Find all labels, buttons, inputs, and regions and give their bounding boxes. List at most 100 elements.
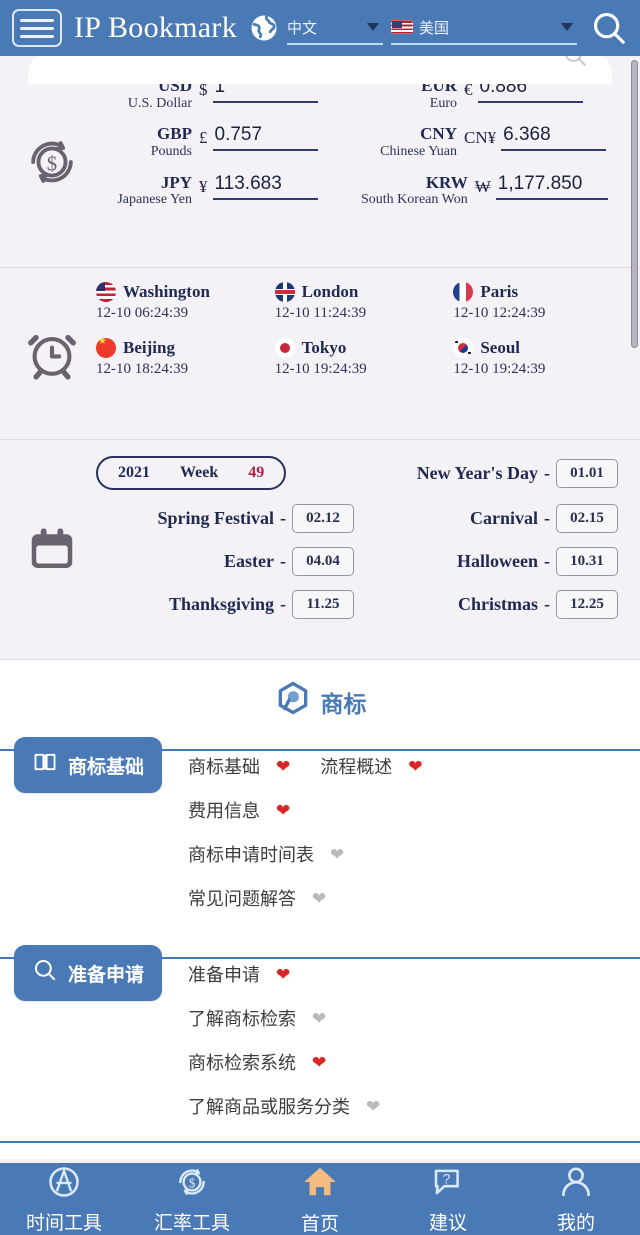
link-item-goods-services-classification[interactable]: 了解商品或服务分类 ❤ [188,1093,380,1119]
link-item-trademark-basics[interactable]: 商标基础 ❤ [188,753,290,779]
currency-name: Pounds [150,143,192,159]
holiday-dash: - [280,551,286,571]
holiday-dash: - [280,508,286,528]
city-time: 12-10 19:24:39 [453,361,546,377]
favorite-heart-icon[interactable]: ❤ [312,890,326,907]
currency-name: South Korean Won [361,192,468,208]
favorite-heart-icon[interactable]: ❤ [408,758,422,775]
city-time: 12-10 18:24:39 [96,361,189,377]
currency-row-gbp[interactable]: GBP Pounds £ 0.757 [96,120,361,160]
app-header: IP Bookmark 中文 美国 [0,0,640,56]
trademark-hexagon-icon [274,680,312,723]
week-number: 49 [248,464,265,481]
city-name: Tokyo [301,338,347,357]
search-icon[interactable] [590,9,628,47]
favorite-heart-icon[interactable]: ❤ [276,802,290,819]
currency-input[interactable]: 0.757 [212,120,318,152]
link-item-process-overview[interactable]: 流程概述 ❤ [320,753,422,779]
globe-icon [249,13,279,43]
holiday-item-halloween[interactable]: Halloween - 10.31 [360,547,624,576]
link-item-learn-trademark-search[interactable]: 了解商标检索 ❤ [188,1005,326,1031]
hamburger-icon[interactable] [12,9,62,47]
city-name: Seoul [480,338,521,357]
nav-item-currency-tools[interactable]: $ 汇率工具 [128,1164,256,1235]
home-icon [301,1163,339,1206]
group-pill-trademark-basics[interactable]: 商标基础 [14,737,163,793]
favorite-heart-icon[interactable]: ❤ [276,758,290,775]
currency-input[interactable]: 1,177.850 [495,169,608,200]
currency-row-cny[interactable]: CNY Chinese Yuan CN¥ 6.368 [361,120,626,160]
currency-code: JPY [160,172,192,192]
holiday-item-thanksgiving[interactable]: Thanksgiving - 11.25 [96,590,360,619]
currency-name: Chinese Yuan [380,143,457,159]
group-pill-prepare-application[interactable]: 准备申请 [14,945,163,1001]
clock-tools-icon [46,1164,82,1205]
nav-item-home[interactable]: 首页 [256,1163,384,1235]
clock-item-seoul[interactable]: Seoul 12-10 19:24:39 [453,338,632,378]
vertical-scrollbar[interactable] [631,60,638,348]
currency-exchange-icon: $ [20,133,84,191]
link-row: 了解商标检索 ❤ [188,1005,640,1031]
city-time: 12-10 12:24:39 [453,305,546,321]
clock-item-tokyo[interactable]: Tokyo 12-10 19:24:39 [274,338,454,378]
link-row: 商标申请时间表 ❤ [188,841,640,867]
favorite-heart-icon[interactable]: ❤ [276,966,290,983]
holiday-grid: 2021 Week 49 New Year's Day - 01.01 Spri… [96,456,624,619]
holiday-item-easter[interactable]: Easter - 04.04 [96,547,360,576]
calendar-icon [20,523,84,577]
holiday-name: Carnival [469,508,538,528]
city-time: 12-10 06:24:39 [96,305,189,321]
link-row: 准备申请 ❤ [188,961,640,987]
currency-symbol: CN¥ [464,128,497,148]
holiday-dash: - [544,594,550,614]
currency-input[interactable]: 6.368 [501,120,607,152]
profile-icon [558,1164,594,1205]
link-row: 费用信息 ❤ [188,797,640,823]
trademark-group-basics: 商标基础 商标基础 ❤ 流程概述 ❤ 费用信息 ❤ 商标申请时间表 ❤ 常见问题… [0,737,640,945]
favorite-heart-icon[interactable]: ❤ [366,1098,380,1115]
nav-item-suggestion[interactable]: ? 建议 [384,1164,512,1235]
link-item-fee-information[interactable]: 费用信息 ❤ [188,797,290,823]
link-item-faq[interactable]: 常见问题解答 ❤ [188,885,326,911]
group-links: 准备申请 ❤ 了解商标检索 ❤ 商标检索系统 ❤ 了解商品或服务分类 ❤ [188,961,640,1137]
book-icon [32,749,58,781]
bottom-navigation: 时间工具 $ 汇率工具 首页 ? 建议 我的 [0,1163,640,1235]
link-row: 商标基础 ❤ 流程概述 ❤ [188,753,640,779]
nav-label: 我的 [556,1212,595,1234]
currency-name: U.S. Dollar [127,95,192,111]
clock-item-washington[interactable]: Washington 12-10 06:24:39 [96,282,275,322]
favorite-heart-icon[interactable]: ❤ [312,1010,326,1027]
link-item-trademark-search-system[interactable]: 商标检索系统 ❤ [188,1049,326,1075]
nav-item-time-tools[interactable]: 时间工具 [0,1164,128,1235]
link-label: 准备申请 [188,965,261,985]
holiday-date: 11.25 [292,590,354,619]
currency-input[interactable]: 113.683 [212,169,318,200]
week-badge[interactable]: 2021 Week 49 [96,456,287,490]
us-flag-icon [96,282,116,302]
currency-row-krw[interactable]: KRW South Korean Won ₩ 1,177.850 [361,169,626,209]
city-time: 12-10 11:24:39 [274,305,367,321]
holiday-item-christmas[interactable]: Christmas - 12.25 [360,590,624,619]
nav-item-profile[interactable]: 我的 [512,1164,640,1235]
holiday-item-new-years-day[interactable]: New Year's Day - 01.01 [360,458,624,488]
favorite-heart-icon[interactable]: ❤ [312,1054,326,1071]
clock-item-london[interactable]: London 12-10 11:24:39 [274,282,454,322]
favorite-heart-icon[interactable]: ❤ [330,846,344,863]
trademark-section: 商标 商标基础 商标基础 ❤ 流程概述 ❤ 费用信息 ❤ 商标申请时间表 ❤ 常… [0,660,640,1159]
clock-grid: Washington 12-10 06:24:39 London 12-10 1… [96,282,632,378]
holiday-date: 04.04 [292,547,354,576]
clock-item-beijing[interactable]: Beijing 12-10 18:24:39 [96,338,275,378]
holiday-item-carnival[interactable]: Carnival - 02.15 [360,504,624,533]
city-name: London [301,282,359,301]
link-label: 流程概述 [320,757,393,777]
section-bottom-divider [0,1141,640,1143]
link-item-prepare-application[interactable]: 准备申请 ❤ [188,961,290,987]
link-row: 商标检索系统 ❤ [188,1049,640,1075]
country-selector[interactable]: 美国 [391,11,578,45]
link-item-application-timeline[interactable]: 商标申请时间表 ❤ [188,841,344,867]
holiday-item-spring-festival[interactable]: Spring Festival - 02.12 [96,504,360,533]
clock-item-paris[interactable]: Paris 12-10 12:24:39 [453,282,632,322]
holiday-dash: - [544,551,550,571]
currency-row-jpy[interactable]: JPY Japanese Yen ¥ 113.683 [96,169,361,209]
language-selector[interactable]: 中文 [287,11,384,45]
